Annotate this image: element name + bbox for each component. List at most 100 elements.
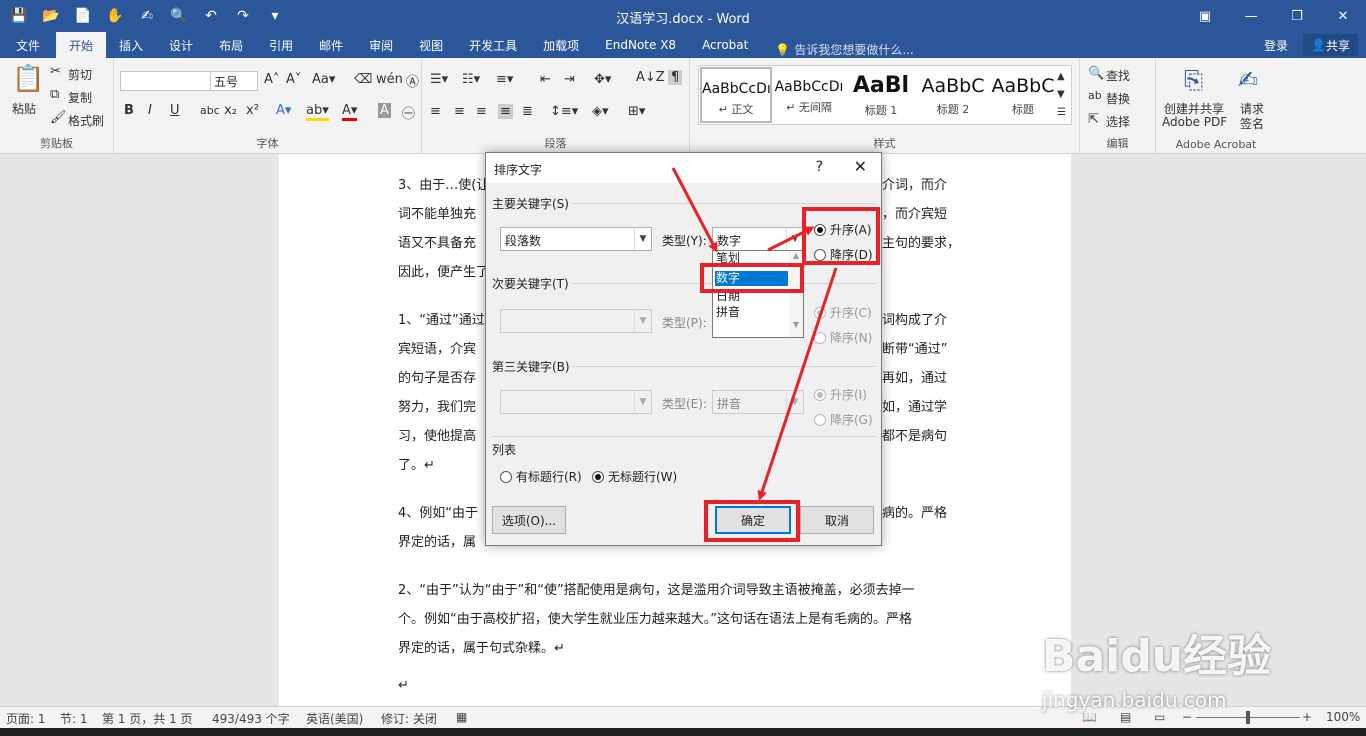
- align-right-icon[interactable]: ≡: [476, 104, 487, 119]
- styles-scroll-icon[interactable]: ▲ ▼ ☰: [1057, 68, 1066, 122]
- font-color-icon[interactable]: A▾: [342, 103, 358, 121]
- format-painter-button[interactable]: 格式刷: [68, 112, 104, 129]
- change-case-icon[interactable]: Aa▾: [312, 72, 335, 87]
- tab-endnote[interactable]: EndNote X8: [592, 32, 689, 58]
- share-button[interactable]: 👤 共享: [1303, 34, 1358, 56]
- strikethrough-icon[interactable]: abc: [200, 104, 220, 117]
- numbering-icon[interactable]: ☷▾: [462, 72, 480, 87]
- superscript-icon[interactable]: x²: [246, 103, 259, 118]
- copy-button[interactable]: 复制: [68, 89, 92, 106]
- third-key-select[interactable]: ▼: [500, 390, 652, 414]
- font-size-combo[interactable]: 五号: [210, 71, 258, 91]
- paste-button[interactable]: 粘贴: [12, 100, 36, 117]
- primary-type-select[interactable]: 数字 ▼: [712, 227, 804, 251]
- status-pages[interactable]: 第 1 页，共 1 页: [102, 710, 193, 727]
- tab-developer[interactable]: 开发工具: [456, 32, 530, 58]
- primary-key-select[interactable]: 段落数 ▼: [500, 227, 652, 251]
- create-pdf-button-line2[interactable]: Adobe PDF: [1162, 115, 1227, 129]
- web-layout-icon[interactable]: ▭: [1154, 710, 1165, 724]
- status-words[interactable]: 493/493 个字: [212, 710, 290, 727]
- create-pdf-icon[interactable]: ⎘: [1184, 66, 1203, 94]
- has-header-radio[interactable]: 有标题行(R): [500, 468, 582, 485]
- distributed-icon[interactable]: ≣: [522, 104, 533, 119]
- dropdown-option-stroke[interactable]: 笔划: [715, 251, 788, 266]
- ok-button[interactable]: 确定: [715, 506, 791, 534]
- scissors-icon[interactable]: ✂: [50, 64, 61, 79]
- minimize-icon[interactable]: —: [1228, 0, 1274, 32]
- style-title[interactable]: AaBbC 标题: [987, 67, 1059, 123]
- tab-acrobat[interactable]: Acrobat: [689, 32, 761, 58]
- replace-icon[interactable]: ab: [1088, 89, 1102, 102]
- print-layout-icon[interactable]: ▤: [1120, 710, 1131, 724]
- scroll-down-icon[interactable]: ▼: [789, 320, 803, 329]
- font-name-combo[interactable]: [120, 71, 212, 91]
- shading-icon[interactable]: ◈▾: [592, 104, 609, 119]
- show-marks-icon[interactable]: ¶: [668, 70, 683, 85]
- text-effects-icon[interactable]: A▾: [276, 103, 291, 118]
- align-left-icon[interactable]: ≡: [430, 104, 441, 119]
- increase-indent-icon[interactable]: ⇥: [564, 72, 575, 87]
- close-window-icon[interactable]: ✕: [1320, 0, 1366, 32]
- copy-icon[interactable]: ⧉: [50, 87, 59, 102]
- zoom-thumb[interactable]: [1246, 711, 1250, 724]
- tab-design[interactable]: 设计: [156, 32, 206, 58]
- select-icon[interactable]: ⇱: [1088, 112, 1099, 127]
- format-painter-icon[interactable]: 🖌: [50, 110, 67, 125]
- style-heading-1[interactable]: AaBl 标题 1: [845, 67, 917, 123]
- justify-icon[interactable]: ≡: [498, 104, 513, 119]
- read-mode-icon[interactable]: 📖: [1082, 710, 1097, 724]
- enclose-char-icon[interactable]: ㊀: [402, 103, 415, 122]
- descending-n-radio[interactable]: 降序(N): [814, 329, 872, 346]
- tell-me-box[interactable]: 💡 告诉我您想要做什么...: [761, 41, 913, 58]
- center-icon[interactable]: ≡: [454, 104, 465, 119]
- underline-icon[interactable]: U: [170, 103, 180, 118]
- line-spacing-icon[interactable]: ↕≡▾: [550, 104, 578, 119]
- chinese-layout-icon[interactable]: ✥▾: [594, 72, 611, 87]
- ascending-i-radio[interactable]: 升序(I): [814, 386, 867, 403]
- tab-references[interactable]: 引用: [256, 32, 306, 58]
- descending-g-radio[interactable]: 降序(G): [814, 411, 873, 428]
- char-border-icon[interactable]: Ⓐ: [406, 71, 419, 90]
- dropdown-option-number[interactable]: 数字: [715, 271, 788, 286]
- ribbon-display-icon[interactable]: ▣: [1182, 0, 1228, 32]
- status-track-changes[interactable]: 修订: 关闭: [381, 710, 437, 727]
- secondary-key-select[interactable]: ▼: [500, 309, 652, 333]
- highlight-icon[interactable]: ab▾: [306, 103, 329, 121]
- no-header-radio[interactable]: 无标题行(W): [592, 468, 677, 485]
- request-sign-button-line2[interactable]: 签名: [1240, 115, 1264, 132]
- tab-insert[interactable]: 插入: [106, 32, 156, 58]
- style-no-spacing[interactable]: AaBbCcDı ↵ 无间隔: [773, 67, 845, 123]
- zoom-level[interactable]: 100%: [1326, 710, 1360, 724]
- dropdown-scrollbar[interactable]: ▲ ▼: [789, 251, 803, 337]
- grow-font-icon[interactable]: A˄: [264, 72, 279, 87]
- multilevel-icon[interactable]: ≡▾: [496, 72, 513, 87]
- shrink-font-icon[interactable]: A˅: [286, 72, 301, 87]
- subscript-icon[interactable]: x₂: [224, 103, 237, 118]
- status-language[interactable]: 英语(美国): [306, 710, 363, 727]
- zoom-out-icon[interactable]: −: [1182, 710, 1192, 724]
- dropdown-option-date[interactable]: 日期: [715, 289, 788, 304]
- tab-layout[interactable]: 布局: [206, 32, 256, 58]
- login-link[interactable]: 登录: [1264, 37, 1288, 54]
- find-icon[interactable]: 🔍: [1088, 66, 1104, 81]
- style-normal[interactable]: AaBbCcDı ↵ 正文: [700, 67, 772, 123]
- borders-icon[interactable]: ⊞▾: [628, 104, 645, 119]
- style-heading-2[interactable]: AaBbC 标题 2: [917, 67, 989, 123]
- third-type-select[interactable]: 拼音 ▼: [712, 390, 804, 414]
- tab-addins[interactable]: 加载项: [530, 32, 592, 58]
- find-button[interactable]: 查找: [1106, 67, 1130, 84]
- options-button[interactable]: 选项(O)...: [492, 506, 566, 534]
- scroll-up-icon[interactable]: ▲: [789, 251, 803, 260]
- char-shading-icon[interactable]: A: [378, 103, 391, 118]
- help-icon[interactable]: ?: [816, 159, 823, 175]
- clear-format-icon[interactable]: ⌫: [354, 72, 372, 87]
- bullets-icon[interactable]: ☰▾: [430, 72, 448, 87]
- zoom-in-icon[interactable]: +: [1302, 710, 1312, 724]
- paste-icon[interactable]: 📋: [12, 64, 44, 94]
- phonetic-icon[interactable]: wén: [376, 72, 403, 87]
- ascending-a-radio[interactable]: 升序(A): [814, 221, 872, 238]
- ascending-c-radio[interactable]: 升序(C): [814, 304, 872, 321]
- bold-icon[interactable]: B: [124, 103, 134, 118]
- tab-mailings[interactable]: 邮件: [306, 32, 356, 58]
- decrease-indent-icon[interactable]: ⇤: [540, 72, 551, 87]
